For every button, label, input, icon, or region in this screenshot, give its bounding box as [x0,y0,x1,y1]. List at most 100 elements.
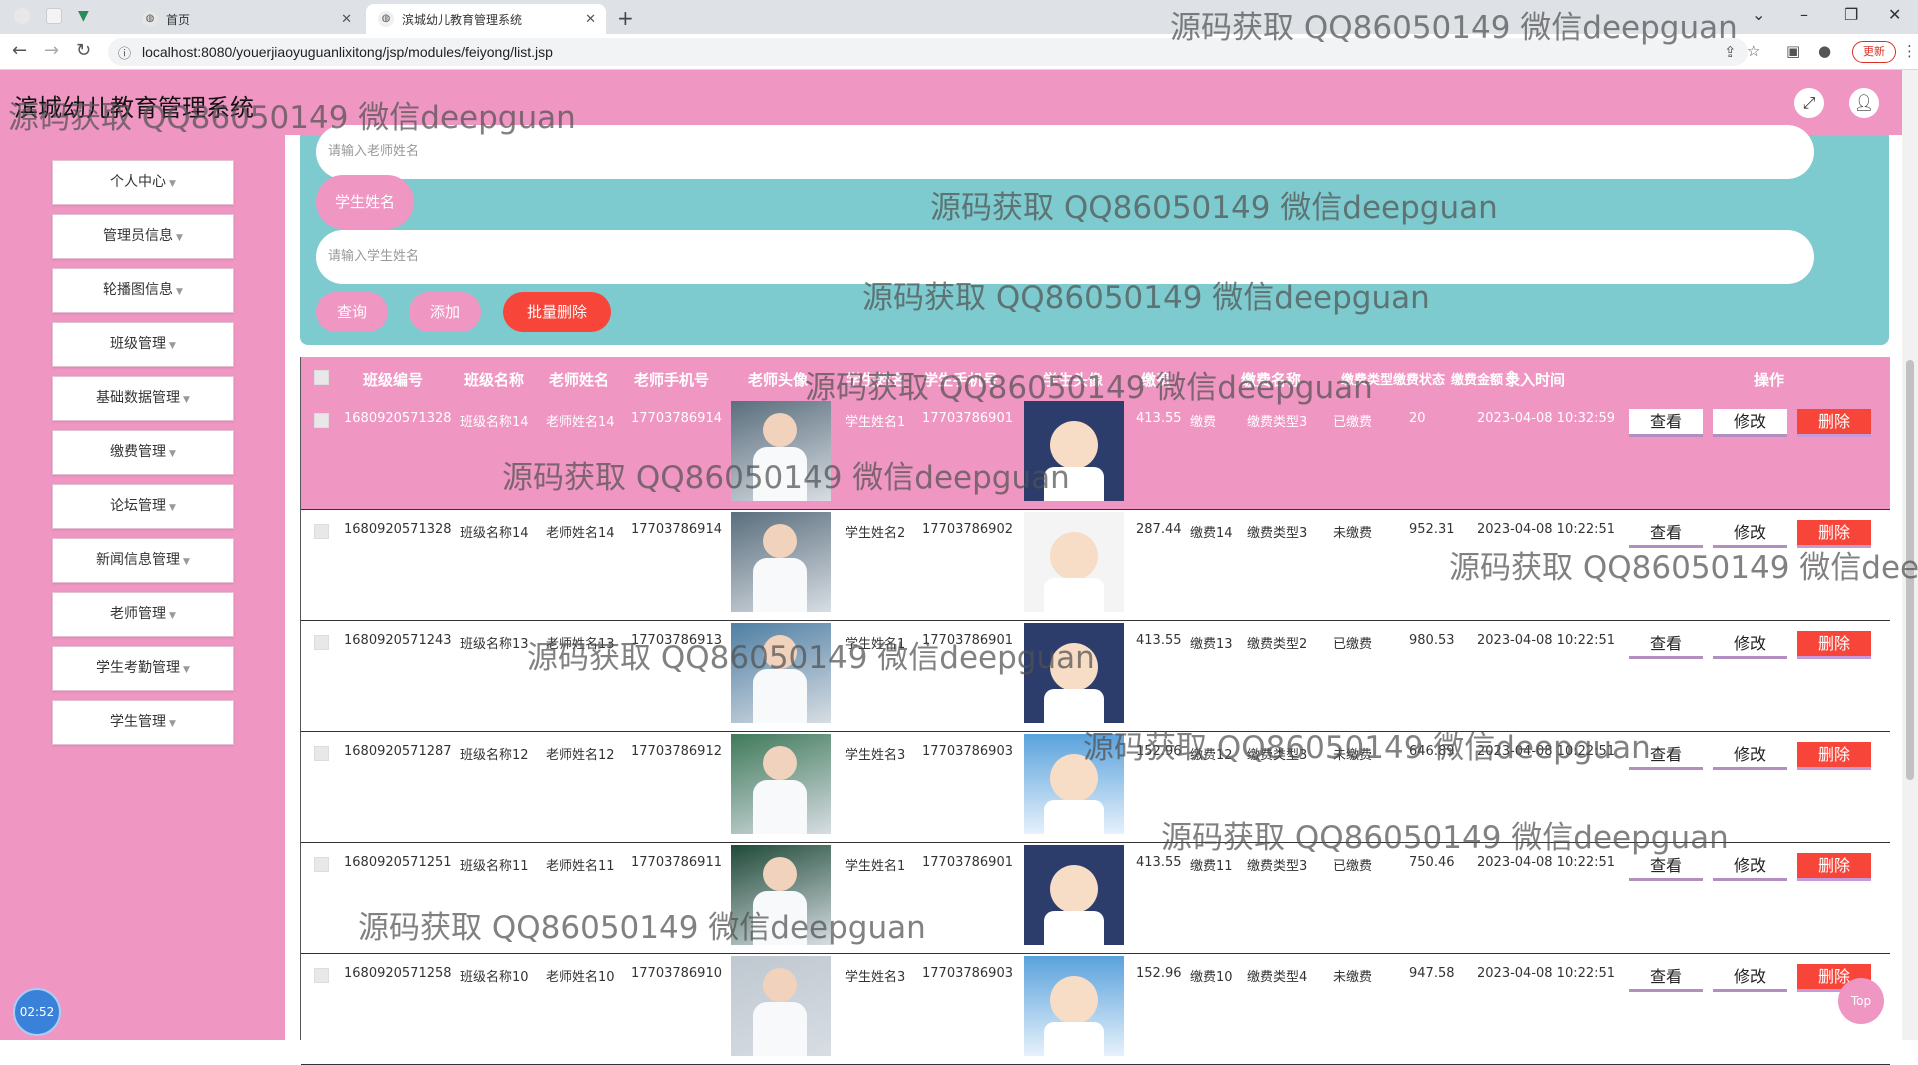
header-class-name[interactable]: 班级名称 [464,369,524,390]
reload-icon[interactable]: ↻ [76,40,91,61]
header-class-no[interactable]: 班级编号 [363,369,423,390]
close-window-icon[interactable]: ✕ [1888,5,1901,24]
view-button[interactable]: 查看 [1629,631,1703,659]
sidebar-item-label: 论坛管理 [110,498,167,514]
edit-button[interactable]: 修改 [1713,742,1787,770]
sidebar-item-carousel[interactable]: 轮播图信息 ▼ [52,268,234,313]
delete-button[interactable]: 删除 [1797,520,1871,548]
view-button[interactable]: 查看 [1629,742,1703,770]
header-fee-status[interactable]: 缴费状态 [1393,369,1445,388]
scrollbar-thumb[interactable] [1906,360,1914,780]
info-icon[interactable]: ⓘ [118,43,131,62]
back-icon[interactable]: ← [12,40,27,61]
pinned-tab-icon[interactable] [46,8,62,24]
batch-delete-button[interactable]: 批量删除 [503,292,611,332]
cell-teacher-phone: 17703786914 [631,522,722,537]
header-time[interactable]: 录入时间 [1505,369,1565,390]
row-checkbox[interactable] [314,524,329,539]
sidebar-item-attendance[interactable]: 学生考勤管理 ▼ [52,646,234,691]
view-button[interactable]: 查看 [1629,964,1703,992]
forward-icon[interactable]: → [44,40,59,61]
share-icon[interactable]: ⇪ [1724,43,1737,61]
student-name-input[interactable]: 请输入学生姓名 [316,230,1814,284]
user-icon[interactable]: 👤︎ [1849,88,1879,118]
cell-class-no: 1680920571287 [344,744,452,759]
header-amount[interactable]: 缴费金额 [1451,369,1503,388]
menu-icon[interactable]: ⋮ [1902,42,1917,60]
sidebar-item-student[interactable]: 学生管理 ▼ [52,700,234,745]
close-icon[interactable]: ✕ [585,12,596,27]
tab-search-icon[interactable]: ⌄ [1752,5,1765,24]
cell-student: 学生姓名1 [845,415,906,430]
edit-button[interactable]: 修改 [1713,409,1787,437]
delete-button[interactable]: 删除 [1797,853,1871,881]
back-to-top-button[interactable]: Top [1838,978,1884,1024]
update-button[interactable]: 更新 [1852,41,1896,63]
header-teacher-phone[interactable]: 老师手机号 [634,369,709,390]
header-student-phone[interactable]: 学生手机号 [923,369,998,390]
edit-button[interactable]: 修改 [1713,964,1787,992]
header-fee-name[interactable]: 缴费名称 [1241,369,1301,390]
restore-icon[interactable]: ❐ [1844,5,1858,24]
sidebar-item-news[interactable]: 新闻信息管理 ▼ [52,538,234,583]
fullscreen-icon[interactable]: ⤢ [1794,88,1824,118]
scrollbar[interactable] [1902,70,1918,1040]
view-button[interactable]: 查看 [1629,409,1703,437]
row-checkbox[interactable] [314,968,329,983]
tab-system[interactable]: ◍ 滨城幼儿教育管理系统 ✕ [366,4,606,34]
header-fee-type[interactable]: 缴费类型 [1341,369,1393,388]
table-row[interactable]: 1680920571243 班级名称13 老师姓名13 17703786913 学生姓名… [301,621,1890,732]
student-avatar-image [1024,845,1124,945]
pinned-tab-icon[interactable] [14,8,30,24]
edit-button[interactable]: 修改 [1713,520,1787,548]
sidebar-item-label: 轮播图信息 [103,282,174,298]
sidebar-item-admin[interactable]: 管理员信息 ▼ [52,214,234,259]
table-row[interactable]: 1680920571287 班级名称12 老师姓名12 17703786912 学生姓名… [301,732,1890,843]
clock-badge[interactable]: 02:52 [13,988,61,1036]
delete-button[interactable]: 删除 [1797,631,1871,659]
vue-tab-icon[interactable]: ▼ [78,8,94,24]
query-button[interactable]: 查询 [316,292,388,332]
close-icon[interactable]: ✕ [341,12,352,27]
tab-label: 滨城幼儿教育管理系统 [402,12,523,27]
sidebar-item-forum[interactable]: 论坛管理 ▼ [52,484,234,529]
sidebar-item-profile[interactable]: 个人中心 ▼ [52,160,234,205]
add-button[interactable]: 添加 [409,292,481,332]
sidebar-item-basic-data[interactable]: 基础数据管理 ▼ [52,376,234,421]
view-button[interactable]: 查看 [1629,853,1703,881]
minimize-icon[interactable]: – [1800,5,1808,24]
delete-button[interactable]: 删除 [1797,742,1871,770]
table-row[interactable]: 1680920571328 班级名称14 老师姓名14 17703786914 学生姓名… [301,510,1890,621]
header-student[interactable]: 学生姓名 [846,369,906,390]
row-checkbox[interactable] [314,413,329,428]
table-row[interactable]: 1680920571251 班级名称11 老师姓名11 17703786911 学生姓名… [301,843,1890,954]
delete-button[interactable]: 删除 [1797,409,1871,437]
sidebar-item-class[interactable]: 班级管理 ▼ [52,322,234,367]
url-text[interactable]: localhost:8080/youerjiaoyuguanlixitong/j… [142,44,553,60]
header-teacher[interactable]: 老师姓名 [549,369,609,390]
address-bar[interactable]: ⓘ localhost:8080/youerjiaoyuguanlixitong… [108,38,1748,66]
tab-home[interactable]: ◍ 首页 ✕ [130,4,362,34]
table-row[interactable]: 1680920571328 班级名称14 老师姓名14 17703786914 学生姓名… [301,399,1890,510]
edit-button[interactable]: 修改 [1713,631,1787,659]
view-button[interactable]: 查看 [1629,520,1703,548]
sidebar-item-fee[interactable]: 缴费管理 ▼ [52,430,234,475]
teacher-name-input[interactable]: 请输入老师姓名 [316,125,1814,179]
header-fee[interactable]: 缴费 [1141,369,1171,390]
new-tab-icon[interactable]: + [617,6,634,30]
profile-icon[interactable]: ● [1818,42,1831,60]
row-checkbox[interactable] [314,746,329,761]
cell-student-phone: 17703786901 [922,411,1013,426]
row-checkbox[interactable] [314,635,329,650]
star-icon[interactable]: ☆ [1747,42,1760,60]
table-row[interactable]: 1680920571258 班级名称10 老师姓名10 17703786910 学生姓名… [301,954,1890,1065]
teacher-avatar-image [731,401,831,501]
edit-button[interactable]: 修改 [1713,853,1787,881]
globe-icon: ◍ [142,11,158,27]
caret-down-icon: ▼ [169,341,176,351]
sidebar-item-teacher[interactable]: 老师管理 ▼ [52,592,234,637]
select-all-checkbox[interactable] [314,370,329,385]
sidepanel-icon[interactable]: ▣ [1786,42,1800,60]
row-checkbox[interactable] [314,857,329,872]
cell-class-no: 1680920571251 [344,855,452,870]
